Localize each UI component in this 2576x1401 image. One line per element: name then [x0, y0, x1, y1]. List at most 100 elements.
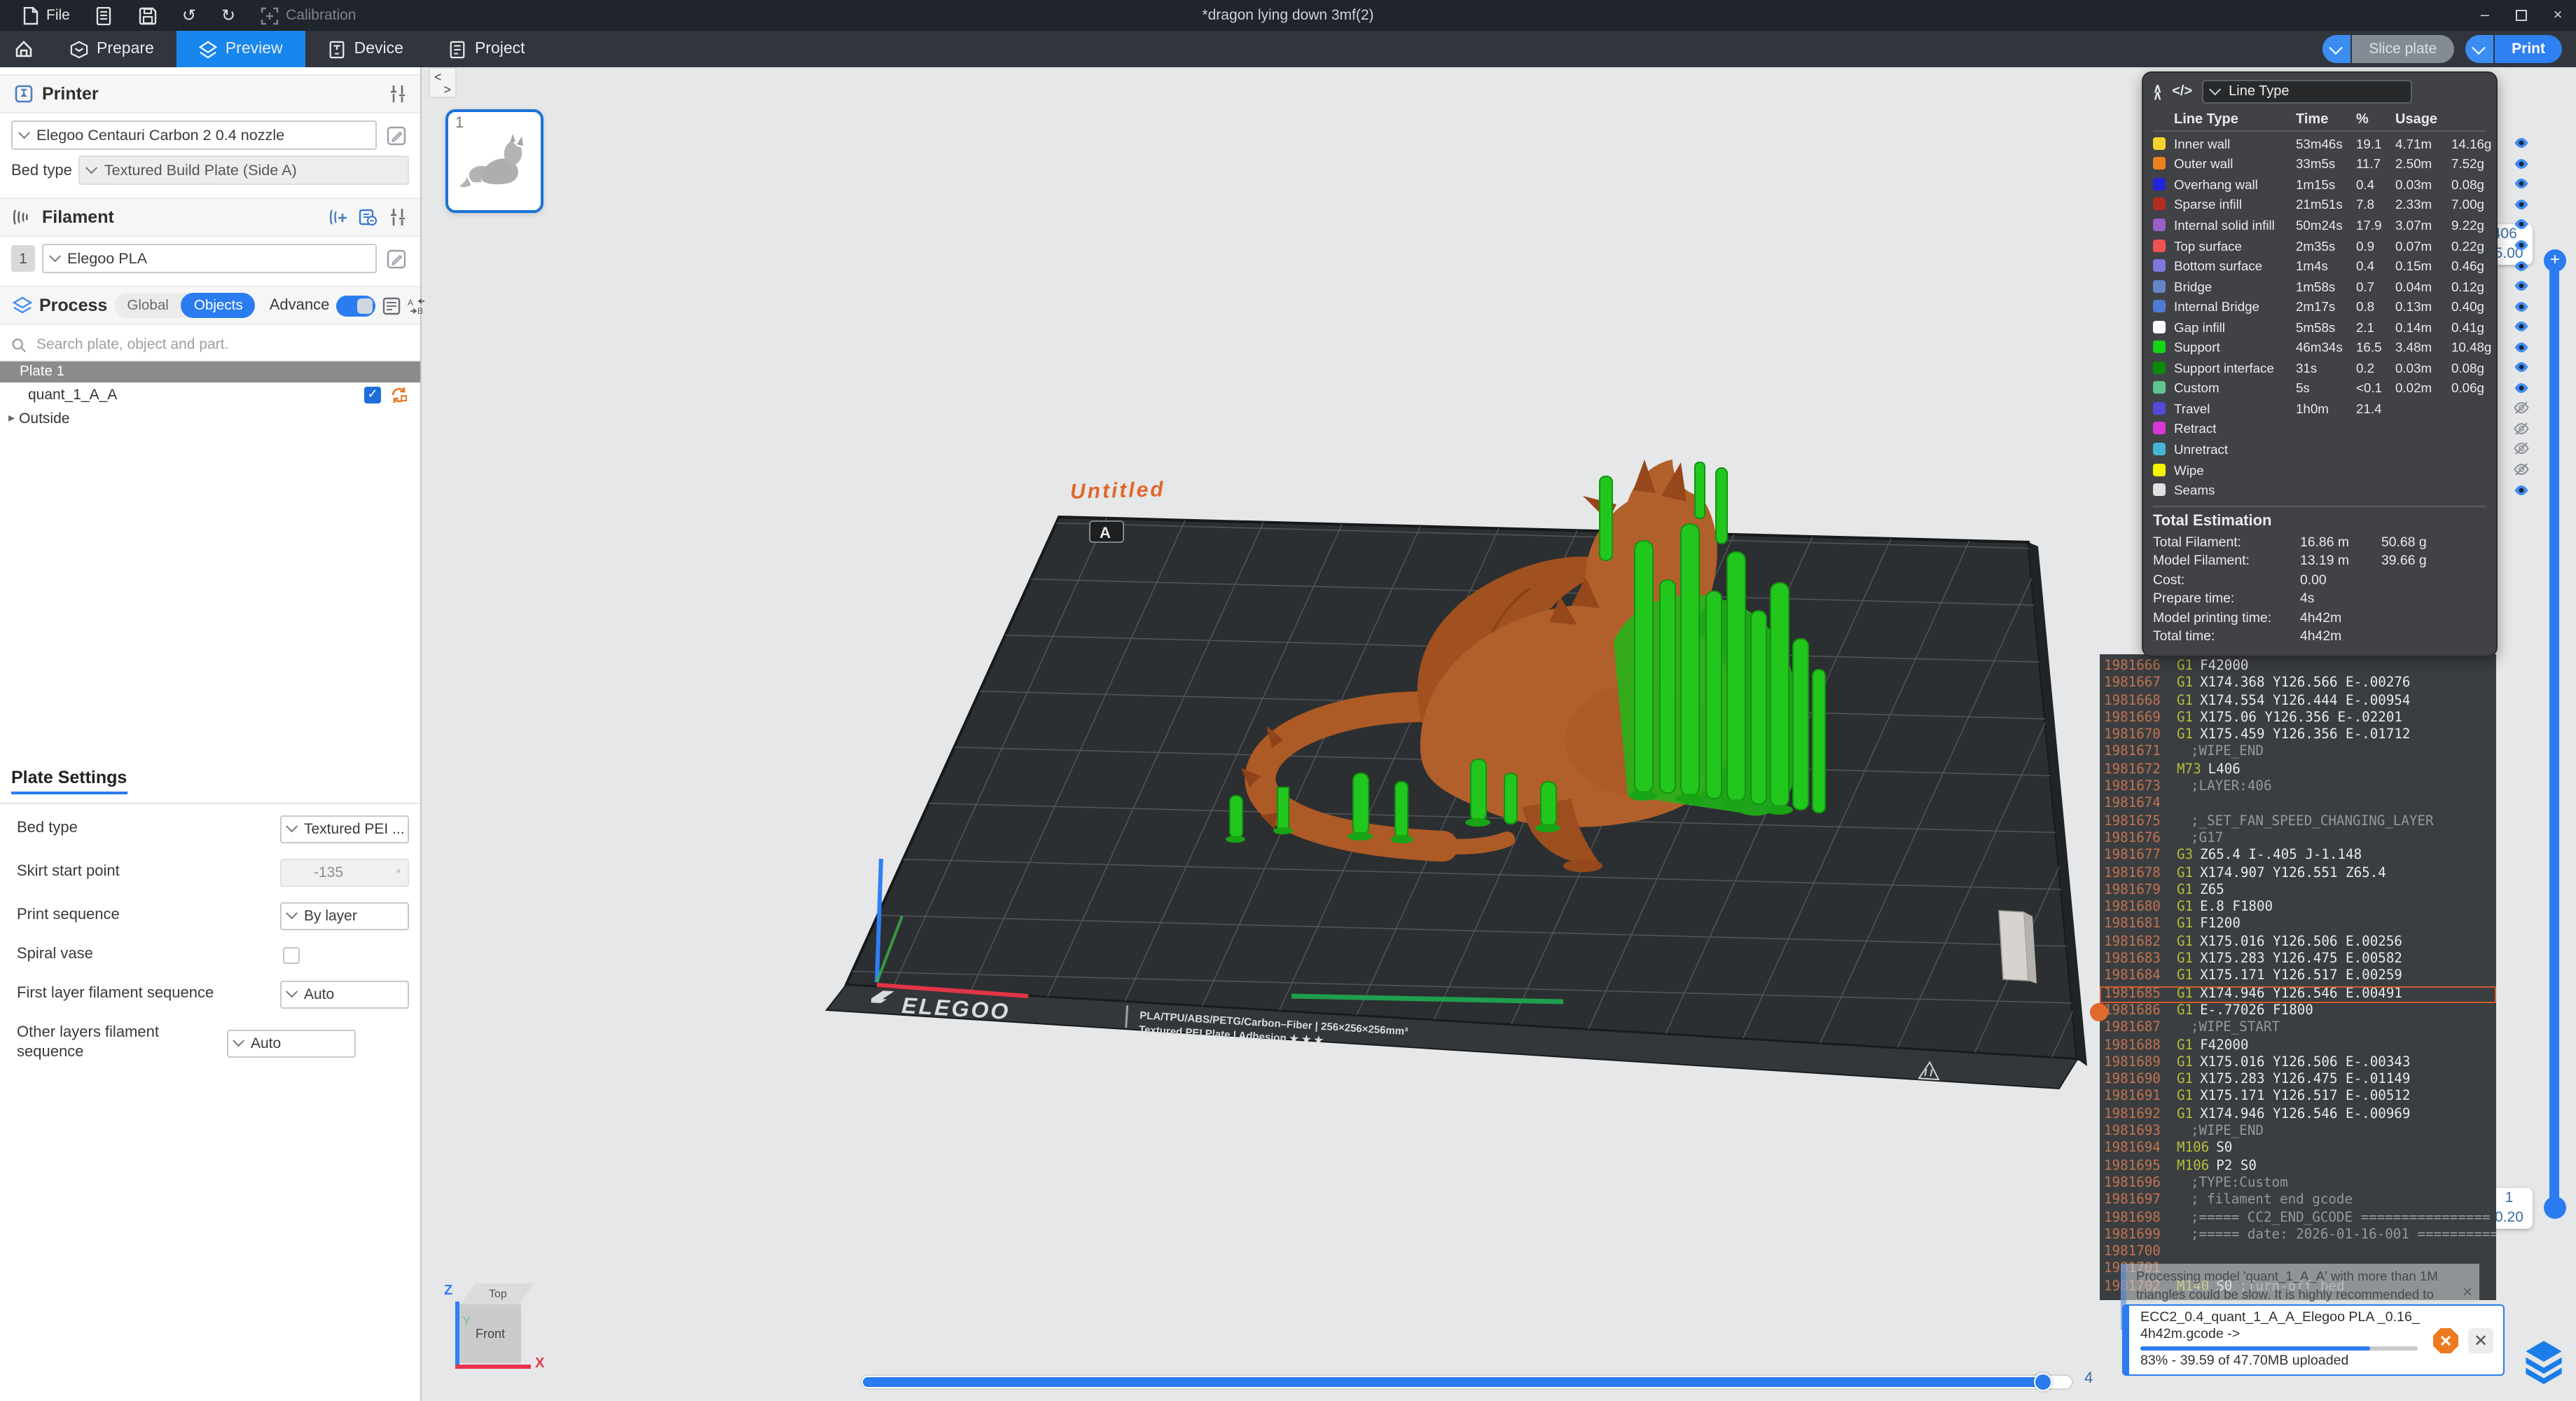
- move-slider-handle[interactable]: [2034, 1373, 2052, 1391]
- tab-project[interactable]: Project: [426, 31, 548, 67]
- gcode-line[interactable]: 1981698 ;===== CC2_END_GCODE ===========…: [2100, 1210, 2496, 1227]
- orientation-cube[interactable]: Top Front Z X Y: [448, 1278, 558, 1390]
- sidebar-collapse-button[interactable]: < >: [429, 67, 457, 98]
- expand-triangle-icon[interactable]: ▸: [8, 410, 15, 426]
- gcode-line[interactable]: 1981672 M73 L406: [2100, 762, 2496, 780]
- tree-item-object[interactable]: quant_1_A_A ✓: [0, 382, 420, 406]
- notes-button[interactable]: [85, 0, 123, 31]
- visibility-eye-icon[interactable]: [2513, 441, 2530, 457]
- visibility-eye-icon[interactable]: [2513, 400, 2530, 417]
- gcode-line[interactable]: 1981696 ;TYPE:Custom: [2100, 1175, 2496, 1193]
- build-plate[interactable]: A ELEGOO PLA/TPU/ABS/PETG/Carbon–Fiber |…: [826, 517, 2087, 1089]
- add-filament-icon[interactable]: [328, 207, 349, 228]
- gcode-line[interactable]: 1981673 ;LAYER:406: [2100, 779, 2496, 796]
- ams-sync-icon[interactable]: [357, 207, 378, 228]
- save-button[interactable]: [129, 0, 167, 31]
- gcode-line[interactable]: 1981692 G1 X174.946 Y126.546 E-.00969: [2100, 1106, 2496, 1124]
- gcode-viewer[interactable]: 1981666 G1 F42000 1981667 G1 X174.368 Y1…: [2100, 654, 2496, 1300]
- gcode-position-marker[interactable]: [2090, 1003, 2108, 1021]
- gcode-line[interactable]: 1981690 G1 X175.283 Y126.475 E-.01149: [2100, 1072, 2496, 1089]
- gcode-line[interactable]: 1981699 ;===== date: 2026-01-16-001 ====…: [2100, 1227, 2496, 1245]
- redo-button[interactable]: ↻: [212, 0, 245, 31]
- gcode-line[interactable]: 1981670 G1 X175.459 Y126.356 E-.01712: [2100, 727, 2496, 745]
- gcode-line[interactable]: 1981680 G1 E.8 F1800: [2100, 899, 2496, 917]
- gcode-line[interactable]: 1981671 ;WIPE_END: [2100, 745, 2496, 762]
- visibility-eye-icon[interactable]: [2513, 338, 2530, 355]
- gcode-line[interactable]: 1981668 G1 X174.554 Y126.444 E-.00954: [2100, 693, 2496, 710]
- search-input[interactable]: [34, 335, 409, 354]
- visibility-eye-icon[interactable]: [2513, 481, 2530, 498]
- gcode-line[interactable]: 1981682 G1 X175.016 Y126.506 E.00256: [2100, 934, 2496, 952]
- visibility-eye-icon[interactable]: [2513, 237, 2530, 254]
- segment-objects[interactable]: Objects: [181, 293, 256, 318]
- ps-spiral-checkbox[interactable]: [283, 947, 300, 964]
- gcode-line[interactable]: 1981674: [2100, 796, 2496, 814]
- printer-edit-button[interactable]: [384, 123, 409, 148]
- visibility-eye-icon[interactable]: [2513, 318, 2530, 335]
- gcode-line[interactable]: 1981688 G1 F42000: [2100, 1037, 2496, 1055]
- gcode-line[interactable]: 1981689 G1 X175.016 Y126.506 E-.00343: [2100, 1055, 2496, 1072]
- tab-device[interactable]: Device: [305, 31, 426, 67]
- visibility-eye-icon[interactable]: [2513, 135, 2530, 152]
- notification-close-icon[interactable]: ×: [2463, 1281, 2472, 1304]
- ps-bed-type-select[interactable]: Textured PEI ...: [280, 815, 409, 843]
- view-mode-select[interactable]: Line Type: [2202, 80, 2412, 104]
- object-checkbox[interactable]: ✓: [364, 386, 381, 403]
- visibility-eye-icon[interactable]: [2513, 298, 2530, 315]
- home-button[interactable]: [0, 31, 48, 67]
- gcode-line[interactable]: 1981676 ;G17: [2100, 831, 2496, 848]
- gcode-line[interactable]: 1981677 G3 Z65.4 I-.405 J-1.148: [2100, 848, 2496, 866]
- gcode-line[interactable]: 1981695 M106 P2 S0: [2100, 1158, 2496, 1175]
- gcode-line[interactable]: 1981678 G1 X174.907 Y126.551 Z65.4: [2100, 865, 2496, 883]
- ps-other-layers-select[interactable]: Auto: [227, 1029, 356, 1057]
- printer-settings-icon[interactable]: [387, 83, 408, 104]
- gcode-line[interactable]: 1981667 G1 X174.368 Y126.566 E-.00276: [2100, 676, 2496, 693]
- visibility-eye-icon[interactable]: [2513, 216, 2530, 233]
- filament-preset-select[interactable]: Elegoo PLA: [42, 244, 377, 273]
- layer-slider-track[interactable]: [2549, 261, 2559, 1208]
- gcode-line[interactable]: 1981693 ;WIPE_END: [2100, 1124, 2496, 1141]
- gcode-line[interactable]: 1981700: [2100, 1244, 2496, 1262]
- visibility-eye-icon[interactable]: [2513, 156, 2530, 172]
- tree-item-plate[interactable]: Plate 1: [0, 361, 420, 382]
- collapse-panel-icon[interactable]: ∧∧: [2153, 85, 2162, 99]
- tab-prepare[interactable]: Prepare: [48, 31, 176, 67]
- gcode-line[interactable]: 1981679 G1 Z65: [2100, 883, 2496, 900]
- file-menu[interactable]: File: [11, 0, 80, 31]
- gcode-line[interactable]: 1981684 G1 X175.171 Y126.517 E.00259: [2100, 969, 2496, 986]
- minimize-button[interactable]: –: [2467, 0, 2503, 31]
- move-slider[interactable]: [860, 1374, 2073, 1390]
- slice-options-dropdown[interactable]: [2322, 35, 2350, 63]
- build-plate-scene[interactable]: A ELEGOO PLA/TPU/ABS/PETG/Carbon–Fiber |…: [815, 460, 2104, 1090]
- visibility-eye-icon[interactable]: [2513, 196, 2530, 213]
- visibility-eye-icon[interactable]: [2513, 461, 2530, 478]
- maximize-button[interactable]: [2503, 0, 2540, 31]
- gcode-line[interactable]: 1981686 G1 E-.77026 F1800: [2100, 1003, 2496, 1021]
- tree-item-outside[interactable]: ▸ Outside: [0, 406, 420, 430]
- gcode-line[interactable]: 1981666 G1 F42000: [2100, 658, 2496, 676]
- slice-plate-button[interactable]: Slice plate: [2322, 35, 2453, 63]
- tab-preview[interactable]: Preview: [176, 31, 305, 67]
- visibility-eye-icon[interactable]: [2513, 420, 2530, 437]
- gcode-line[interactable]: 1981683 G1 X175.283 Y126.475 E.00582: [2100, 951, 2496, 969]
- undo-button[interactable]: ↺: [172, 0, 206, 31]
- upload-cancel-button[interactable]: ✕: [2433, 1328, 2458, 1353]
- layer-slider-top-handle[interactable]: +: [2544, 249, 2566, 272]
- parameter-list-icon[interactable]: [382, 295, 401, 316]
- visibility-eye-icon[interactable]: [2513, 257, 2530, 274]
- object-sync-icon[interactable]: [389, 385, 409, 404]
- gcode-line[interactable]: 1981687 ;WIPE_START: [2100, 1020, 2496, 1037]
- advance-toggle[interactable]: [336, 295, 375, 316]
- close-button[interactable]: ×: [2540, 0, 2576, 31]
- upload-close-button[interactable]: ✕: [2468, 1328, 2493, 1353]
- preview-3d-viewport[interactable]: < > 1 Untitled: [423, 67, 2576, 1401]
- print-button[interactable]: Print: [2465, 35, 2562, 63]
- calibration-button[interactable]: Calibration: [251, 0, 366, 31]
- bed-type-select[interactable]: Textured Build Plate (Side A): [79, 156, 409, 185]
- printer-preset-select[interactable]: Elegoo Centauri Carbon 2 0.4 nozzle: [11, 120, 377, 150]
- gcode-line[interactable]: 1981685 G1 X174.946 Y126.546 E.00491: [2100, 986, 2496, 1003]
- print-options-dropdown[interactable]: [2465, 35, 2493, 63]
- filament-settings-icon[interactable]: [387, 207, 408, 228]
- gcode-line[interactable]: 1981675 ;_SET_FAN_SPEED_CHANGING_LAYER: [2100, 813, 2496, 831]
- gcode-line[interactable]: 1981669 G1 X175.06 Y126.356 E-.02201: [2100, 710, 2496, 728]
